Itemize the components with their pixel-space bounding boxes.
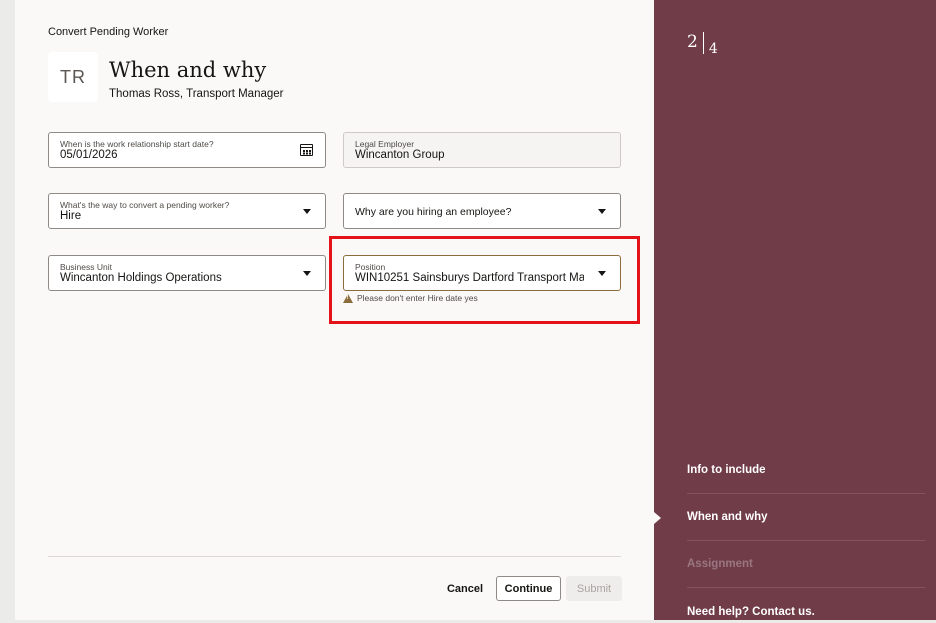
- convert-way-select[interactable]: What's the way to convert a pending work…: [48, 193, 326, 229]
- nav-item-label: Assignment: [687, 558, 753, 570]
- continue-button[interactable]: Continue: [496, 576, 561, 601]
- step-current: 2: [687, 32, 698, 52]
- step-counter: 2 4: [687, 32, 718, 57]
- nav-item-label: When and why: [687, 511, 768, 523]
- help-contact-link[interactable]: Need help? Contact us.: [687, 588, 925, 623]
- step-separator: [702, 32, 704, 54]
- submit-button[interactable]: Submit: [566, 576, 622, 601]
- nav-item-label: Need help? Contact us.: [687, 605, 815, 618]
- hiring-reason-placeholder: Why are you hiring an employee?: [355, 206, 512, 218]
- guided-process-panel: 2 4 Info to include When and why Assignm…: [654, 0, 936, 620]
- nav-item-info-to-include[interactable]: Info to include: [687, 447, 925, 494]
- legal-employer-label: Legal Employer: [355, 139, 415, 149]
- avatar: TR: [48, 52, 98, 102]
- highlight-annotation-box: [329, 236, 640, 324]
- nav-item-label: Info to include: [687, 464, 766, 476]
- person-name-title: Thomas Ross, Transport Manager: [109, 88, 284, 100]
- main-panel: Convert Pending Worker TR When and why T…: [15, 0, 654, 620]
- calendar-icon[interactable]: [300, 144, 313, 156]
- legal-employer-value: Wincanton Group: [355, 149, 445, 161]
- business-unit-value: Wincanton Holdings Operations: [60, 272, 222, 284]
- page-title: When and why: [109, 58, 267, 82]
- business-unit-label: Business Unit: [60, 262, 112, 272]
- cancel-button[interactable]: Cancel: [441, 576, 489, 601]
- current-step-marker: [654, 512, 661, 524]
- start-date-field[interactable]: When is the work relationship start date…: [48, 132, 326, 168]
- start-date-label: When is the work relationship start date…: [60, 139, 214, 149]
- nav-item-assignment: Assignment: [687, 541, 925, 588]
- chevron-down-icon[interactable]: [303, 209, 311, 214]
- start-date-value[interactable]: 05/01/2026: [60, 149, 289, 161]
- step-total: 4: [708, 41, 718, 57]
- business-unit-select[interactable]: Business Unit Wincanton Holdings Operati…: [48, 255, 326, 291]
- convert-way-label: What's the way to convert a pending work…: [60, 200, 230, 210]
- hiring-reason-select[interactable]: Why are you hiring an employee?: [343, 193, 621, 229]
- chevron-down-icon[interactable]: [303, 271, 311, 276]
- chevron-down-icon[interactable]: [598, 209, 606, 214]
- legal-employer-field: Legal Employer Wincanton Group: [343, 132, 621, 168]
- page-subtitle: Convert Pending Worker: [48, 26, 169, 38]
- convert-way-value: Hire: [60, 210, 82, 222]
- footer-divider: [48, 556, 621, 557]
- nav-item-when-and-why[interactable]: When and why: [687, 494, 925, 541]
